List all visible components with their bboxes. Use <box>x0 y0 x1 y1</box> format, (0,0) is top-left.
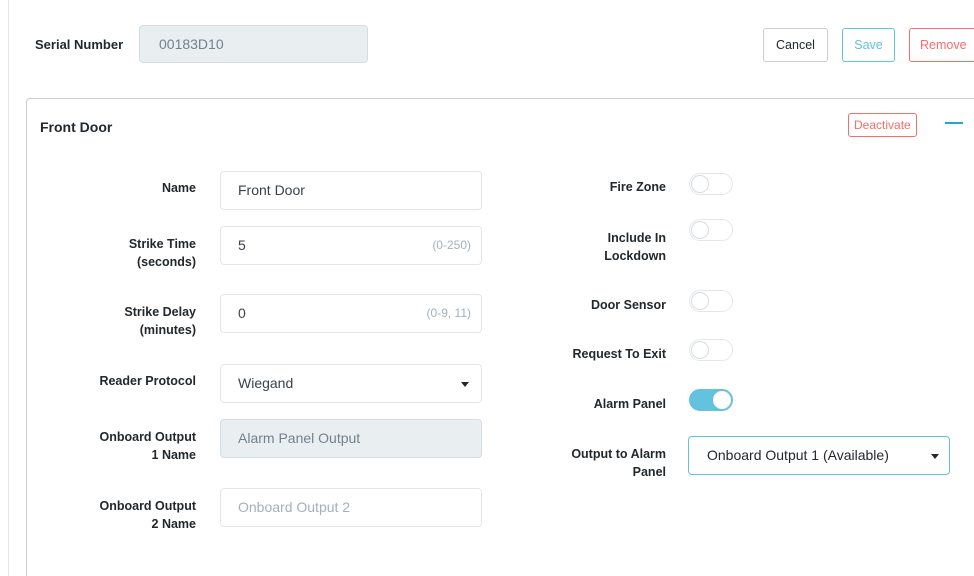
request-to-exit-toggle[interactable] <box>689 339 733 361</box>
name-input[interactable]: Front Door <box>220 171 482 210</box>
reader-protocol-select[interactable]: Wiegand <box>220 364 482 403</box>
strike-time-label: Strike Time (seconds) <box>128 237 196 269</box>
left-divider <box>8 0 9 576</box>
strike-delay-label: Strike Delay (minutes) <box>124 305 196 337</box>
strike-delay-input[interactable]: 0 (0-9, 11) <box>220 294 482 333</box>
cancel-button[interactable]: Cancel <box>763 28 828 62</box>
include-in-lockdown-label: Include In Lockdown <box>604 231 666 263</box>
strike-time-input[interactable]: 5 (0-250) <box>220 226 482 265</box>
output-to-alarm-panel-select[interactable]: Onboard Output 1 (Available) <box>688 436 950 475</box>
request-to-exit-label: Request To Exit <box>572 347 666 361</box>
fire-zone-label: Fire Zone <box>609 180 666 194</box>
strike-time-range-hint: (0-250) <box>432 238 471 252</box>
save-button[interactable]: Save <box>842 28 895 62</box>
door-card-title: Front Door <box>40 119 113 135</box>
door-sensor-toggle[interactable] <box>689 290 733 312</box>
onboard-output-2-label: Onboard Output 2 Name <box>99 499 196 531</box>
output-to-alarm-panel-label: Output to Alarm Panel <box>571 447 666 479</box>
strike-delay-range-hint: (0-9, 11) <box>426 306 471 320</box>
onboard-output-2-input[interactable]: Onboard Output 2 <box>220 488 482 527</box>
include-in-lockdown-toggle[interactable] <box>689 219 733 241</box>
toggle-knob <box>691 292 709 310</box>
reader-protocol-label: Reader Protocol <box>99 374 196 388</box>
serial-number-field: 00183D10 <box>139 25 368 63</box>
collapse-icon[interactable] <box>945 122 963 124</box>
deactivate-button[interactable]: Deactivate <box>848 113 917 137</box>
fire-zone-toggle[interactable] <box>689 173 733 195</box>
alarm-panel-toggle[interactable] <box>689 389 733 411</box>
toggle-knob <box>691 221 709 239</box>
remove-button[interactable]: Remove <box>909 28 974 62</box>
name-label: Name <box>161 181 196 195</box>
toggle-knob <box>691 341 709 359</box>
serial-number-label: Serial Number <box>35 37 124 52</box>
door-sensor-label: Door Sensor <box>590 298 666 312</box>
chevron-down-icon <box>461 382 469 387</box>
chevron-down-icon <box>931 454 939 459</box>
onboard-output-1-label: Onboard Output 1 Name <box>99 430 196 462</box>
onboard-output-1-input: Alarm Panel Output <box>220 419 482 458</box>
toggle-knob <box>713 391 731 409</box>
toggle-knob <box>691 175 709 193</box>
alarm-panel-label: Alarm Panel <box>593 397 666 411</box>
